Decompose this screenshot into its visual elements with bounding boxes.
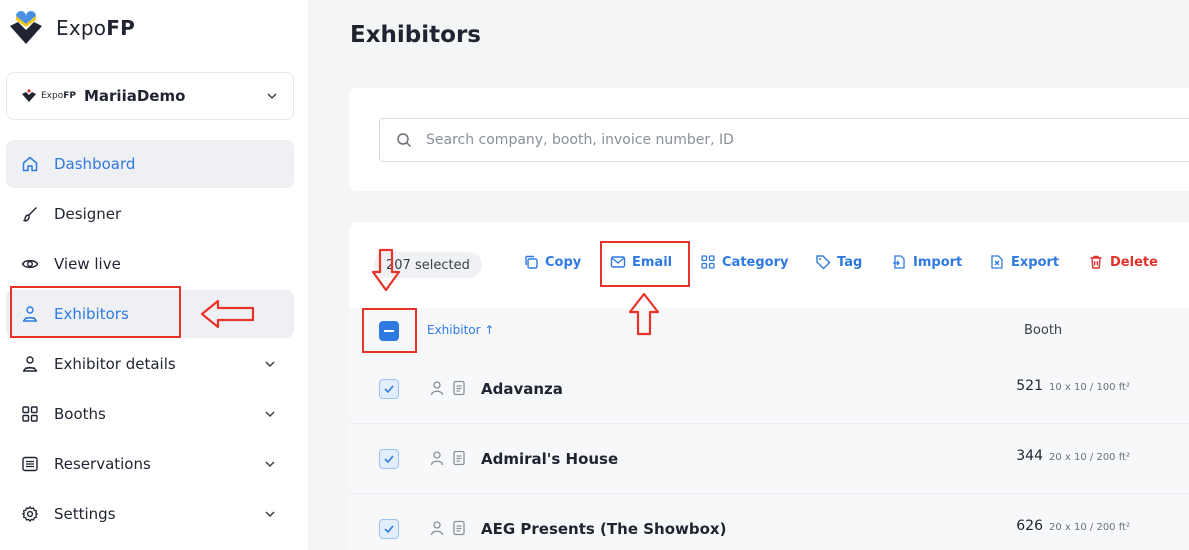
sidebar-item-settings[interactable]: Settings xyxy=(6,490,294,538)
booth-size: 10 x 10 / 100 ft² xyxy=(1049,382,1130,393)
chevron-down-icon xyxy=(262,356,278,372)
chevron-down-icon xyxy=(267,93,277,100)
annotation-arrow-up-icon xyxy=(628,292,660,336)
sidebar-item-label: Settings xyxy=(54,505,116,523)
table-row[interactable]: AEG Presents (The Showbox) 626 20 x 10 / … xyxy=(349,494,1189,550)
booth-cell: 521 10 x 10 / 100 ft² xyxy=(349,378,1130,394)
search-field[interactable] xyxy=(379,118,1189,162)
annotation-highlight-box xyxy=(10,286,181,338)
tag-button[interactable]: Tag xyxy=(815,254,862,270)
tag-icon xyxy=(816,255,831,270)
grid-icon xyxy=(701,255,715,269)
page-title: Exhibitors xyxy=(350,22,481,48)
chevron-down-icon xyxy=(262,456,278,472)
home-icon xyxy=(20,154,40,174)
table-header: Exhibitor ↑ Booth xyxy=(349,308,1189,354)
booth-cell: 344 20 x 10 / 200 ft² xyxy=(349,448,1130,464)
sidebar: ExpoFP ExpoFP MariiaDemo Dashboard Desig… xyxy=(0,0,308,550)
workspace-brand: ExpoFP xyxy=(41,91,76,101)
column-header-booth[interactable]: Booth xyxy=(1024,323,1062,338)
bulk-actions-toolbar: 207 selected Copy Email Category Tag Imp… xyxy=(349,250,1189,280)
annotation-arrow-down-icon xyxy=(371,248,401,292)
sidebar-item-exhibitor-details[interactable]: Exhibitor details xyxy=(6,340,294,388)
table-row[interactable]: Adavanza 521 10 x 10 / 100 ft² xyxy=(349,354,1189,424)
copy-button[interactable]: Copy xyxy=(523,254,581,270)
chevron-down-icon xyxy=(262,406,278,422)
exhibitors-table: 207 selected Copy Email Category Tag Imp… xyxy=(349,222,1189,550)
search-input[interactable] xyxy=(426,132,1126,148)
sidebar-item-label: Designer xyxy=(54,205,122,223)
sidebar-item-dashboard[interactable]: Dashboard xyxy=(6,140,294,188)
sidebar-item-booths[interactable]: Booths xyxy=(6,390,294,438)
category-button[interactable]: Category xyxy=(700,254,788,270)
expofp-mini-logo-icon xyxy=(22,89,36,102)
sidebar-item-label: View live xyxy=(54,255,121,273)
annotation-highlight-box xyxy=(362,308,417,353)
brand-name: ExpoFP xyxy=(56,16,135,40)
table-row[interactable]: Admiral's House 344 20 x 10 / 200 ft² xyxy=(349,424,1189,494)
workspace-selector[interactable]: ExpoFP MariiaDemo xyxy=(6,72,294,120)
export-button[interactable]: Export xyxy=(989,254,1059,270)
booth-number: 626 xyxy=(1016,518,1043,534)
copy-icon xyxy=(525,255,538,269)
main-content: Exhibitors 207 selected Copy Email Categ… xyxy=(308,0,1189,550)
sidebar-item-view-live[interactable]: View live xyxy=(6,240,294,288)
workspace-name: MariiaDemo xyxy=(83,87,186,105)
column-header-exhibitor[interactable]: Exhibitor ↑ xyxy=(427,323,494,337)
search-icon xyxy=(397,133,412,148)
sidebar-item-label: Reservations xyxy=(54,455,151,473)
booth-size: 20 x 10 / 200 ft² xyxy=(1049,452,1130,463)
brand-logo[interactable]: ExpoFP xyxy=(6,8,135,48)
gear-icon xyxy=(20,504,40,524)
eye-icon xyxy=(20,254,40,274)
booth-size: 20 x 10 / 200 ft² xyxy=(1049,522,1130,533)
list-icon xyxy=(20,454,40,474)
search-card xyxy=(349,88,1189,191)
import-icon xyxy=(893,255,905,269)
delete-button[interactable]: Delete xyxy=(1088,254,1158,270)
annotation-highlight-box xyxy=(600,241,690,287)
sidebar-item-label: Booths xyxy=(54,405,106,423)
export-icon xyxy=(991,255,1003,269)
import-button[interactable]: Import xyxy=(891,254,962,270)
booth-number: 344 xyxy=(1016,448,1043,464)
grid-icon xyxy=(20,404,40,424)
chevron-down-icon xyxy=(262,506,278,522)
brush-icon xyxy=(20,204,40,224)
trash-icon xyxy=(1090,255,1102,269)
sidebar-item-label: Exhibitor details xyxy=(54,355,176,373)
annotation-arrow-left-icon xyxy=(200,299,255,329)
sidebar-item-label: Dashboard xyxy=(54,155,136,173)
sidebar-item-designer[interactable]: Designer xyxy=(6,190,294,238)
booth-number: 521 xyxy=(1016,378,1043,394)
users-icon xyxy=(20,354,40,374)
expofp-logo-icon xyxy=(10,11,42,44)
sidebar-item-reservations[interactable]: Reservations xyxy=(6,440,294,488)
booth-cell: 626 20 x 10 / 200 ft² xyxy=(349,518,1130,534)
